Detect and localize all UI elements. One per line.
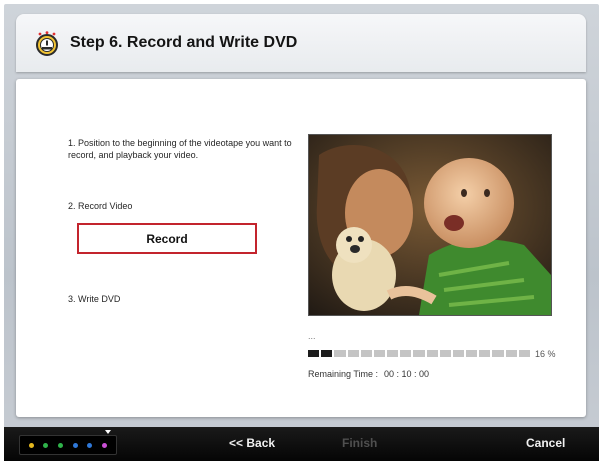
remaining-time-label: Remaining Time :	[308, 369, 379, 379]
cancel-button[interactable]: Cancel	[526, 436, 565, 450]
progress-segment	[466, 350, 478, 357]
led-marker-icon	[105, 430, 111, 434]
progress-segment	[413, 350, 425, 357]
status-led	[58, 442, 64, 448]
baby-and-father-photo-icon	[309, 135, 551, 315]
back-button[interactable]: << Back	[229, 436, 275, 450]
progress-segment	[387, 350, 399, 357]
progress-segment	[360, 350, 372, 357]
progress-segment	[518, 350, 530, 357]
status-led	[43, 442, 49, 448]
status-led	[72, 442, 78, 448]
finish-button[interactable]: Finish	[342, 436, 377, 450]
remaining-time-value: 00 : 10 : 00	[384, 369, 430, 379]
progress-segment	[373, 350, 386, 357]
progress-segment	[400, 350, 412, 357]
progress-segment	[347, 350, 359, 357]
progress-segment	[308, 350, 320, 357]
status-led	[102, 442, 108, 448]
remaining-time: Remaining Time : 00 : 10 : 00	[308, 369, 429, 379]
step2-label: 2. Record Video	[68, 201, 133, 211]
step3-label: 3. Write DVD	[68, 294, 121, 304]
progress-segment	[439, 350, 451, 357]
alarm-clock-icon	[36, 31, 58, 56]
record-button[interactable]: Record	[77, 223, 257, 254]
progress-segment	[452, 350, 465, 357]
progress-segment	[321, 350, 333, 357]
progress-segment	[492, 350, 504, 357]
video-preview	[308, 134, 552, 316]
content-panel: 1. Position to the beginning of the vide…	[16, 79, 586, 417]
status-dots: ...	[308, 331, 316, 341]
progress-percent: 16 %	[535, 349, 556, 359]
status-led	[28, 442, 34, 448]
status-led	[87, 442, 93, 448]
wizard-header: Step 6. Record and Write DVD	[16, 14, 586, 72]
progress-segment	[479, 350, 491, 357]
wizard-footer: << Back Finish Cancel	[4, 427, 599, 461]
progress-segment	[426, 350, 438, 357]
step1-instruction: 1. Position to the beginning of the vide…	[68, 138, 292, 160]
page-title: Step 6. Record and Write DVD	[70, 34, 298, 51]
record-progress-bar	[308, 350, 530, 357]
status-led-strip	[19, 435, 117, 455]
progress-segment	[505, 350, 517, 357]
progress-segment	[334, 350, 346, 357]
